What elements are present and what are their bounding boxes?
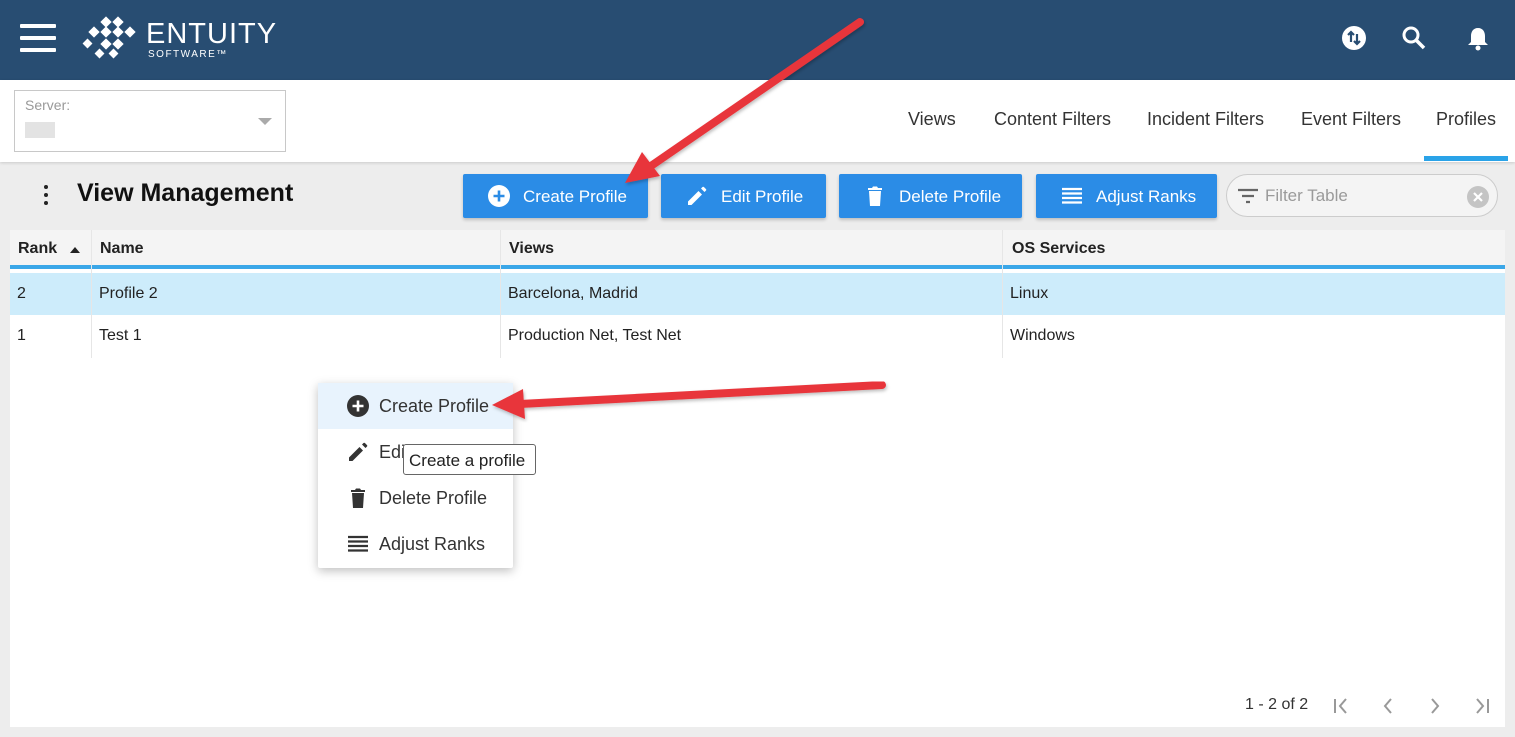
top-app-bar: ENTUITY SOFTWARE™ — [0, 0, 1515, 80]
column-header-rank[interactable]: Rank — [18, 240, 57, 258]
cell-os-services: Linux — [1010, 285, 1049, 302]
menu-item-adjust-ranks[interactable]: Adjust Ranks — [318, 521, 513, 567]
server-select[interactable]: Server: — [14, 90, 286, 152]
cell-os-services: Windows — [1010, 327, 1075, 344]
adjust-ranks-button[interactable]: Adjust Ranks — [1036, 174, 1217, 218]
list-icon — [1062, 187, 1082, 204]
menu-item-label: Edi — [379, 442, 406, 462]
context-menu: Create Profile Edi Delete Profile Adjust… — [318, 383, 513, 568]
menu-item-create-profile[interactable]: Create Profile — [318, 383, 513, 429]
pencil-icon — [688, 186, 707, 205]
server-value — [25, 122, 55, 138]
tab-content-filters[interactable]: Content Filters — [994, 109, 1111, 130]
menu-item-label: Adjust Ranks — [379, 534, 486, 554]
chevron-down-icon — [258, 118, 272, 125]
first-page-icon[interactable] — [1331, 696, 1351, 716]
column-header-views[interactable]: Views — [509, 240, 554, 258]
filter-icon — [1238, 188, 1258, 204]
add-circle-icon — [347, 395, 369, 417]
cell-views: Barcelona, Madrid — [508, 285, 638, 302]
list-icon — [348, 535, 368, 552]
active-tab-indicator — [1424, 156, 1508, 161]
delete-profile-label: Delete Profile — [899, 187, 1002, 206]
cell-name: Profile 2 — [99, 285, 158, 302]
table-row[interactable]: 1 Test 1 Production Net, Test Net Window… — [10, 315, 1505, 357]
tab-profiles[interactable]: Profiles — [1436, 109, 1496, 130]
menu-icon[interactable] — [20, 24, 56, 52]
column-divider — [500, 230, 501, 358]
column-divider — [1002, 230, 1003, 358]
filter-table-field[interactable] — [1226, 174, 1498, 217]
cell-rank: 1 — [17, 327, 26, 344]
adjust-ranks-label: Adjust Ranks — [1096, 187, 1197, 206]
page-title: View Management — [77, 179, 294, 207]
column-header-os-services[interactable]: OS Services — [1012, 240, 1105, 258]
cell-views: Production Net, Test Net — [508, 327, 682, 344]
filter-input[interactable] — [1265, 184, 1460, 208]
logo-mark-icon — [82, 16, 136, 59]
edit-profile-button[interactable]: Edit Profile — [661, 174, 826, 218]
pagination-range: 1 - 2 of 2 — [1245, 696, 1309, 713]
trash-icon — [868, 186, 882, 206]
delete-profile-button[interactable]: Delete Profile — [839, 174, 1022, 218]
table-header: Rank Name Views OS Services — [10, 230, 1505, 269]
table-row[interactable]: 2 Profile 2 Barcelona, Madrid Linux — [10, 273, 1505, 315]
cell-rank: 2 — [17, 285, 26, 302]
profiles-table: Rank Name Views OS Services 2 Profile 2 … — [10, 230, 1505, 727]
entuity-logo: ENTUITY SOFTWARE™ — [82, 16, 282, 64]
menu-item-label: Delete Profile — [379, 488, 488, 508]
cell-name: Test 1 — [99, 327, 142, 344]
tab-views[interactable]: Views — [908, 109, 956, 130]
next-page-icon[interactable] — [1425, 696, 1445, 716]
brand-subtitle: SOFTWARE™ — [148, 49, 228, 60]
more-vert-icon[interactable] — [43, 185, 49, 205]
menu-item-label: Create Profile — [379, 396, 490, 416]
create-profile-button[interactable]: Create Profile — [463, 174, 648, 218]
column-divider — [91, 230, 92, 358]
edit-profile-label: Edit Profile — [721, 187, 804, 206]
sort-ascending-icon[interactable] — [70, 247, 80, 253]
pencil-icon — [349, 442, 368, 461]
add-circle-icon — [488, 185, 510, 207]
menu-item-delete-profile[interactable]: Delete Profile — [318, 475, 513, 521]
last-page-icon[interactable] — [1472, 696, 1492, 716]
server-label: Server: — [25, 97, 71, 113]
column-header-name[interactable]: Name — [100, 240, 144, 258]
tab-event-filters[interactable]: Event Filters — [1301, 109, 1401, 130]
clear-icon[interactable] — [1467, 186, 1489, 208]
tab-incident-filters[interactable]: Incident Filters — [1147, 109, 1264, 130]
bell-icon[interactable] — [1464, 24, 1492, 52]
sync-icon[interactable] — [1340, 24, 1368, 52]
search-icon[interactable] — [1400, 24, 1428, 52]
previous-page-icon[interactable] — [1378, 696, 1398, 716]
tooltip: Create a profile — [403, 444, 536, 475]
brand-name: ENTUITY — [146, 18, 278, 50]
trash-icon — [351, 488, 365, 508]
create-profile-label: Create Profile — [523, 187, 627, 206]
navigation-bar: Server: Views Content Filters Incident F… — [0, 80, 1515, 162]
